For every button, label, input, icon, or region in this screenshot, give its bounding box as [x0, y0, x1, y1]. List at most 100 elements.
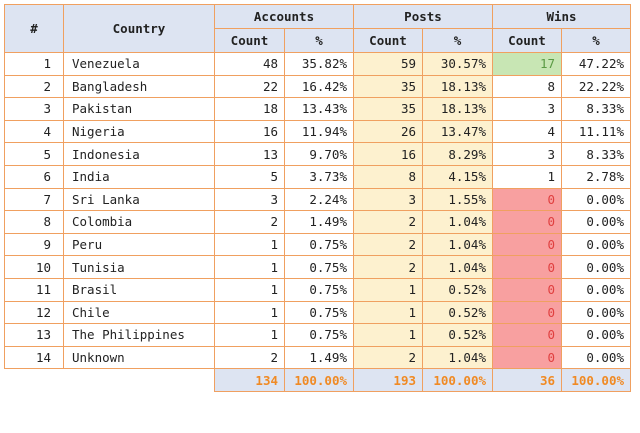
- rank-header: #: [4, 4, 64, 53]
- table-row: 3 Pakistan 18 13.43% 35 18.13% 3 8.33%: [4, 97, 631, 121]
- wins-count-cell: 0: [492, 210, 562, 234]
- accounts-pct-cell: 9.70%: [284, 142, 354, 166]
- rank-cell: 9: [4, 232, 64, 257]
- country-header: Country: [63, 4, 215, 53]
- country-stats-table: # Country Accounts Posts Wins Count % Co…: [4, 4, 631, 392]
- accounts-count-cell: 2: [214, 210, 285, 234]
- table-row: 7 Sri Lanka 3 2.24% 3 1.55% 0 0.00%: [4, 187, 631, 212]
- wins-count-cell: 4: [492, 119, 562, 144]
- wins-pct-cell: 0.00%: [561, 300, 631, 325]
- posts-pct-cell: 30.57%: [422, 52, 493, 76]
- posts-count-cell: 3: [353, 187, 423, 212]
- country-cell: Peru: [63, 232, 215, 257]
- table-row: 9 Peru 1 0.75% 2 1.04% 0 0.00%: [4, 232, 631, 257]
- accounts-count-header: Count: [214, 28, 285, 53]
- wins-pct-cell: 0.00%: [561, 345, 631, 370]
- posts-pct-cell: 1.04%: [422, 255, 493, 279]
- totals-spacer: [5, 369, 215, 392]
- posts-count-cell: 2: [353, 345, 423, 370]
- accounts-pct-cell: 3.73%: [284, 164, 354, 189]
- country-cell: The Philippines: [63, 323, 215, 347]
- table-body: 1 Venezuela 48 35.82% 59 30.57% 17 47.22% 2 Bangl…: [4, 52, 631, 370]
- wins-count-cell: 0: [492, 300, 562, 325]
- posts-count-cell: 35: [353, 97, 423, 121]
- posts-count-cell: 1: [353, 323, 423, 347]
- table-row: 4 Nigeria 16 11.94% 26 13.47% 4 11.11%: [4, 119, 631, 144]
- table-row: 8 Colombia 2 1.49% 2 1.04% 0 0.00%: [4, 210, 631, 234]
- rank-cell: 2: [4, 74, 64, 99]
- posts-pct-cell: 18.13%: [422, 74, 493, 99]
- accounts-pct-header: %: [284, 28, 354, 53]
- accounts-count-cell: 1: [214, 300, 285, 325]
- wins-count-cell: 0: [492, 323, 562, 347]
- wins-pct-cell: 8.33%: [561, 97, 631, 121]
- wins-pct-cell: 0.00%: [561, 210, 631, 234]
- total-posts-count: 193: [353, 368, 423, 392]
- accounts-pct-cell: 35.82%: [284, 52, 354, 76]
- wins-pct-cell: 0.00%: [561, 232, 631, 257]
- wins-count-cell: 3: [492, 142, 562, 166]
- posts-count-cell: 16: [353, 142, 423, 166]
- posts-pct-cell: 0.52%: [422, 323, 493, 347]
- rank-cell: 6: [4, 164, 64, 189]
- wins-pct-cell: 47.22%: [561, 52, 631, 76]
- wins-pct-cell: 0.00%: [561, 323, 631, 347]
- country-cell: Indonesia: [63, 142, 215, 166]
- wins-count-header: Count: [492, 28, 562, 53]
- wins-count-cell: 0: [492, 232, 562, 257]
- country-cell: Pakistan: [63, 97, 215, 121]
- accounts-count-cell: 1: [214, 323, 285, 347]
- wins-count-cell: 0: [492, 255, 562, 279]
- rank-cell: 12: [4, 300, 64, 325]
- accounts-count-cell: 48: [214, 52, 285, 76]
- accounts-pct-cell: 11.94%: [284, 119, 354, 144]
- wins-pct-cell: 0.00%: [561, 277, 631, 302]
- rank-cell: 14: [4, 345, 64, 370]
- posts-count-cell: 2: [353, 232, 423, 257]
- rank-cell: 11: [4, 277, 64, 302]
- table-row: 2 Bangladesh 22 16.42% 35 18.13% 8 22.22%: [4, 74, 631, 99]
- table-row: 10 Tunisia 1 0.75% 2 1.04% 0 0.00%: [4, 255, 631, 279]
- accounts-header: Accounts: [214, 4, 354, 29]
- total-posts-pct: 100.00%: [422, 368, 493, 392]
- accounts-count-cell: 13: [214, 142, 285, 166]
- table-header: # Country Accounts Posts Wins Count % Co…: [4, 4, 631, 53]
- wins-count-cell: 3: [492, 97, 562, 121]
- country-cell: Unknown: [63, 345, 215, 370]
- total-accounts-count: 134: [214, 368, 285, 392]
- table-totals: 134 100.00% 193 100.00% 36 100.00%: [5, 368, 631, 392]
- accounts-count-cell: 2: [214, 345, 285, 370]
- accounts-pct-cell: 16.42%: [284, 74, 354, 99]
- accounts-count-cell: 1: [214, 232, 285, 257]
- wins-count-cell: 0: [492, 277, 562, 302]
- posts-count-cell: 2: [353, 210, 423, 234]
- accounts-pct-cell: 0.75%: [284, 255, 354, 279]
- posts-pct-cell: 1.04%: [422, 345, 493, 370]
- wins-pct-cell: 22.22%: [561, 74, 631, 99]
- total-wins-pct: 100.00%: [561, 368, 631, 392]
- total-wins-count: 36: [492, 368, 562, 392]
- country-cell: Chile: [63, 300, 215, 325]
- table-row: 1 Venezuela 48 35.82% 59 30.57% 17 47.22%: [4, 52, 631, 76]
- posts-count-cell: 1: [353, 300, 423, 325]
- wins-count-cell: 17: [492, 52, 562, 76]
- accounts-count-cell: 1: [214, 255, 285, 279]
- rank-cell: 10: [4, 255, 64, 279]
- wins-count-cell: 0: [492, 345, 562, 370]
- posts-pct-cell: 1.55%: [422, 187, 493, 212]
- rank-cell: 13: [4, 323, 64, 347]
- table-row: 13 The Philippines 1 0.75% 1 0.52% 0 0.00%: [4, 323, 631, 347]
- wins-pct-cell: 0.00%: [561, 255, 631, 279]
- posts-pct-cell: 1.04%: [422, 232, 493, 257]
- country-cell: Bangladesh: [63, 74, 215, 99]
- accounts-pct-cell: 0.75%: [284, 277, 354, 302]
- posts-count-cell: 26: [353, 119, 423, 144]
- totals-row: 134 100.00% 193 100.00% 36 100.00%: [5, 368, 631, 392]
- wins-pct-header: %: [561, 28, 631, 53]
- posts-pct-cell: 13.47%: [422, 119, 493, 144]
- posts-pct-cell: 0.52%: [422, 277, 493, 302]
- country-cell: Sri Lanka: [63, 187, 215, 212]
- accounts-count-cell: 1: [214, 277, 285, 302]
- accounts-count-cell: 22: [214, 74, 285, 99]
- posts-pct-cell: 0.52%: [422, 300, 493, 325]
